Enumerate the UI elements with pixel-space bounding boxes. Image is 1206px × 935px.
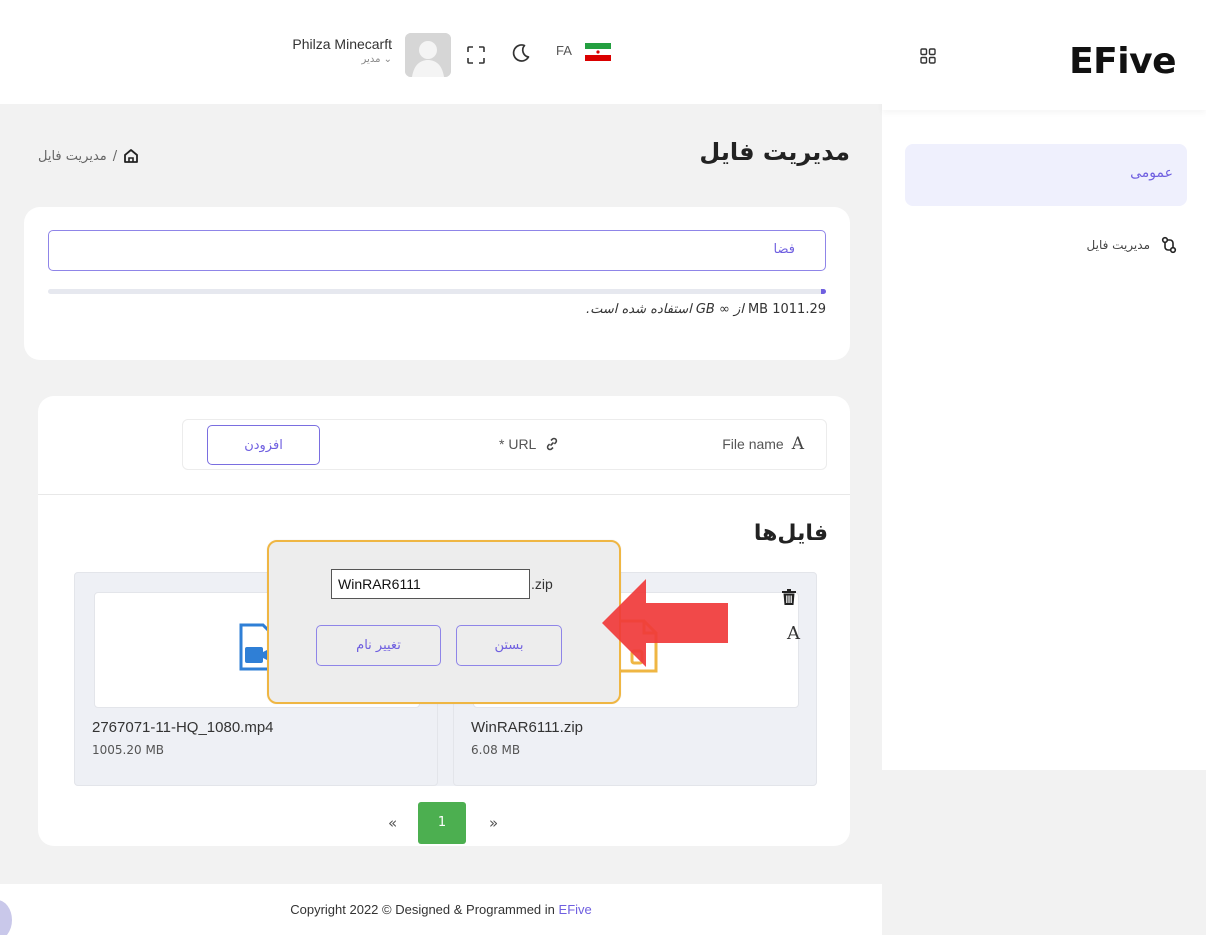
iran-flag-icon[interactable] bbox=[585, 43, 611, 61]
storage-card: فضا MB 1011.29 از ∞ GB استفاده شده است. bbox=[24, 207, 850, 360]
footer-copyright: Copyright 2022 © Designed & Programmed i… bbox=[290, 902, 555, 917]
upload-form: افزودن * URL File name A bbox=[182, 419, 827, 470]
fullscreen-icon[interactable] bbox=[467, 46, 485, 64]
pagination-page-button[interactable]: 1 bbox=[418, 802, 466, 844]
sidebar-item-file-management[interactable]: مدیریت فایل bbox=[1087, 236, 1178, 254]
sidebar: EFive عمومی مدیریت فایل bbox=[882, 0, 1206, 770]
divider bbox=[38, 494, 850, 495]
home-icon[interactable] bbox=[123, 148, 139, 164]
trash-icon[interactable] bbox=[782, 589, 796, 605]
storage-usage: MB 1011.29 از ∞ GB استفاده شده است. bbox=[586, 302, 826, 317]
footer-brand-link[interactable]: EFive bbox=[559, 902, 592, 917]
user-menu[interactable]: Philza Minecarft مدیر ⌄ bbox=[268, 36, 392, 65]
text-icon: A bbox=[791, 434, 804, 454]
rename-input[interactable] bbox=[331, 569, 530, 599]
file-size: 6.08 MB bbox=[471, 743, 521, 757]
file-name-input[interactable]: File name A bbox=[722, 434, 804, 454]
grid-menu-icon[interactable] bbox=[920, 48, 936, 64]
arrow-pointer-icon bbox=[602, 579, 728, 667]
file-name: WinRAR6111.zip bbox=[471, 719, 583, 736]
pagination-prev-button[interactable]: « bbox=[388, 814, 397, 832]
pagination-next-button[interactable]: » bbox=[489, 814, 498, 832]
file-size: 1005.20 MB bbox=[92, 743, 165, 757]
sidebar-section-label: عمومی bbox=[1130, 165, 1173, 181]
storage-usage-amount: MB 1011.29 bbox=[747, 302, 826, 317]
pagination: « 1 » bbox=[38, 802, 850, 844]
sidebar-item-label: مدیریت فایل bbox=[1086, 238, 1150, 252]
breadcrumb-separator: / bbox=[112, 148, 118, 164]
page-title: مدیریت فایل bbox=[699, 138, 850, 166]
storage-progress-bar bbox=[48, 289, 826, 294]
space-field[interactable]: فضا bbox=[48, 230, 826, 271]
file-extension: .zip bbox=[531, 576, 553, 592]
space-label: فضا bbox=[773, 242, 795, 257]
rename-button[interactable]: تغییر نام bbox=[316, 625, 441, 666]
brand-logo[interactable]: EFive bbox=[1069, 42, 1176, 82]
rename-icon[interactable]: A bbox=[787, 623, 800, 644]
footer: Copyright 2022 © Designed & Programmed i… bbox=[0, 884, 882, 935]
storage-usage-text: از ∞ GB استفاده شده است. bbox=[585, 302, 744, 317]
link-icon bbox=[547, 437, 558, 451]
sidebar-section-general[interactable]: عمومی bbox=[905, 144, 1187, 206]
user-name: Philza Minecarft bbox=[292, 36, 392, 52]
user-role: مدیر ⌄ bbox=[361, 54, 392, 65]
sidebar-brand-bar: EFive bbox=[882, 0, 1206, 110]
rename-dialog: .zip تغییر نام بستن bbox=[267, 540, 621, 704]
route-icon bbox=[1161, 236, 1177, 254]
moon-icon[interactable] bbox=[511, 43, 531, 63]
top-header: Philza Minecarft مدیر ⌄ FA bbox=[0, 0, 882, 104]
close-button[interactable]: بستن bbox=[456, 625, 562, 666]
avatar[interactable] bbox=[405, 33, 451, 77]
url-input[interactable]: * URL bbox=[499, 436, 560, 452]
language-selector[interactable]: FA bbox=[556, 43, 572, 58]
files-section-title: فایل‌ها bbox=[753, 521, 828, 546]
file-name: 2767071-11-HQ_1080.mp4 bbox=[92, 719, 274, 736]
add-button[interactable]: افزودن bbox=[207, 425, 320, 465]
breadcrumb: مدیریت فایل / bbox=[38, 148, 139, 164]
breadcrumb-current: مدیریت فایل bbox=[38, 148, 107, 164]
footer-text: Copyright 2022 © Designed & Programmed i… bbox=[0, 902, 882, 917]
url-label: * URL bbox=[499, 436, 537, 452]
storage-progress-fill bbox=[821, 289, 826, 294]
file-name-label: File name bbox=[722, 436, 784, 452]
